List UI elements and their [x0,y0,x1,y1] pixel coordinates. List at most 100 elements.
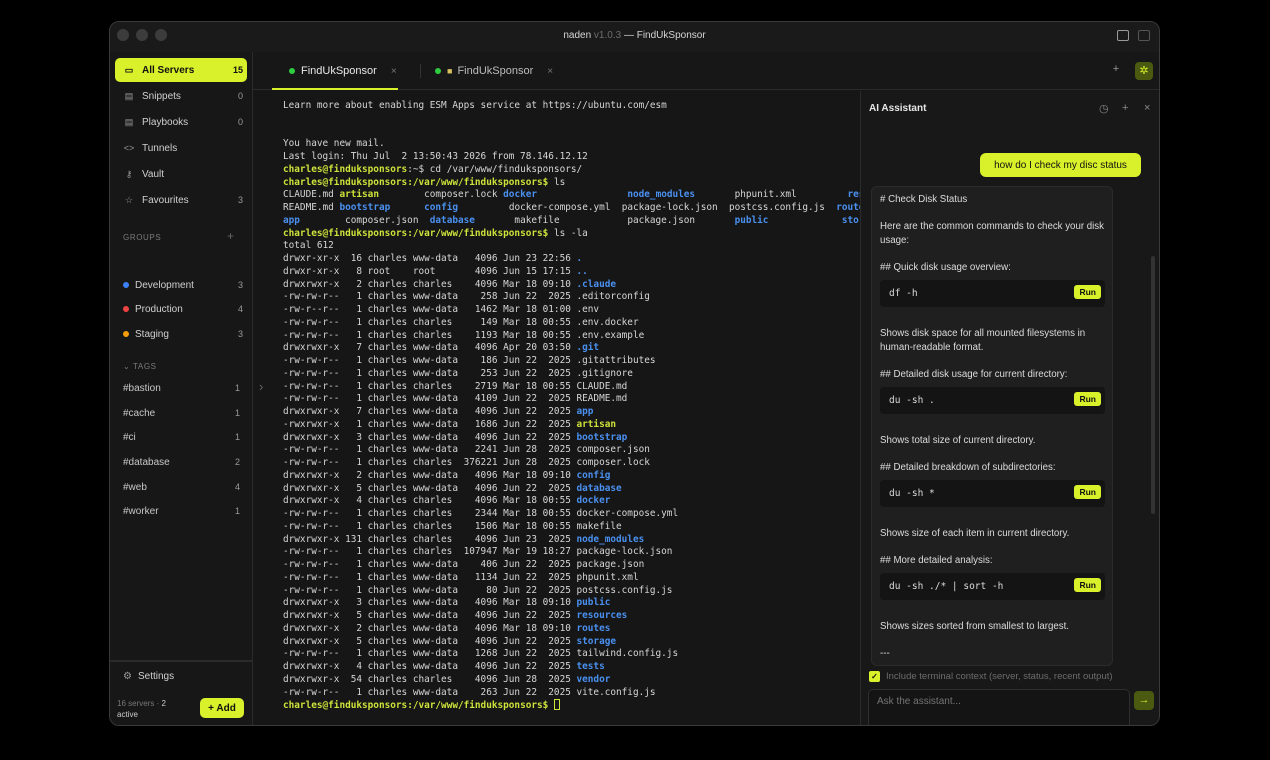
run-button[interactable]: Run [1074,485,1101,499]
terminal-line: drwxrwxr-x 7 charles www-data 4096 Apr 2… [283,342,860,355]
terminal-text: drwxrwxr-x 5 charles www-data 4096 Jun 2… [283,610,577,621]
connected-status-dot [435,68,441,74]
panel-toggle-icon[interactable] [1138,30,1150,41]
history-icon[interactable]: ◷ [1099,102,1109,115]
terminal-line: drwxrwxr-x 4 charles www-data 4096 Jun 2… [283,661,860,674]
file-name: .editorconfig [576,291,650,303]
section-desc: Shows disk space for all mounted filesys… [880,328,1086,353]
terminal-line: -rw-rw-r-- 1 charles charles 376221 Jun … [283,457,860,470]
file-name: tailwind.config.js [576,648,679,660]
settings-button[interactable]: ⚙ Settings [110,660,253,691]
section-desc: Shows total size of current directory. [880,435,1036,446]
send-icon[interactable]: → [1134,691,1154,710]
run-button[interactable]: Run [1074,392,1101,406]
new-chat-icon[interactable]: + [1122,102,1128,114]
terminal-line: charles@finduksponsors:~$ cd /var/www/fi… [283,164,860,177]
sidebar-item-favourites[interactable]: ☆ Favourites 3 [115,188,247,212]
sidebar-item-vault[interactable]: ⚷ Vault [115,162,247,186]
terminal-text: composer.json [299,214,430,226]
active-count: 2 [161,699,166,708]
terminal-text: -rw-rw-r-- 1 charles charles 2344 Mar 18… [283,508,577,519]
connected-status-dot [289,68,295,74]
scrollbar[interactable] [1151,256,1155,514]
tab-finduksponsor-2[interactable]: ■ FindUkSponsor × [435,52,553,90]
checkbox-checked-icon[interactable]: ✓ [869,671,880,682]
sidebar-tag-web[interactable]: #web 4 [123,482,240,493]
play-icon[interactable]: ▷ [1158,63,1159,76]
prompt-user: charles@finduksponsors [283,227,408,239]
sidebar-item-tunnels[interactable]: <> Tunnels [115,136,247,160]
file-name: artisan [576,418,617,430]
terminal-line: -rw-rw-r-- 1 charles charles 107947 Mar … [283,546,860,559]
code-block: du -sh . Run [880,387,1105,414]
close-tab-icon[interactable]: × [547,66,553,77]
file-name: .gitignore [576,367,633,379]
close-tab-icon[interactable]: × [391,66,397,77]
sidebar-group-production[interactable]: Production 4 [115,297,247,321]
ai-assistant-icon[interactable]: ✲ [1135,62,1153,80]
close-icon[interactable]: × [1144,102,1150,114]
server-status-summary: 16 servers · 2 active [117,698,166,720]
sidebar-item-count: 0 [237,117,243,127]
sidebar-tag-cache[interactable]: #cache 1 [123,408,240,419]
sidebar-item-label: Favourites [142,194,189,206]
assistant-input[interactable] [868,689,1130,725]
playbooks-icon: ▤ [124,116,134,127]
terminal-line: -rw-rw-r-- 1 charles www-data 1134 Jun 2… [283,572,860,585]
group-count: 3 [237,329,243,339]
terminal-text: -rw-rw-r-- 1 charles charles 107947 Mar … [283,546,577,558]
terminal-text: -rw-rw-r-- 1 charles charles 1506 Mar 18… [283,520,577,532]
terminal-line: charles@finduksponsors:/var/www/finduksp… [283,699,860,713]
sidebar-tag-bastion[interactable]: #bastion 1 [123,383,240,394]
file-name: docker-compose.yml [576,508,679,519]
sidebar-item-label: All Servers [142,64,195,76]
terminal-line: -rw-rw-r-- 1 charles www-data 2241 Jun 2… [283,444,860,457]
add-server-button[interactable]: + Add [200,698,244,718]
tags-header[interactable]: ⌄ TAGS [123,362,157,371]
sidebar-item-playbooks[interactable]: ▤ Playbooks 0 [115,110,247,134]
group-count: 4 [237,304,243,314]
include-context-toggle[interactable]: ✓ Include terminal context (server, stat… [869,671,1113,682]
terminal-text: drwxrwxr-x 2 charles charles 4096 Mar 18… [283,278,577,290]
key-icon: ⚷ [125,168,133,179]
terminal-text: drwxrwxr-x 3 charles www-data 4096 Mar 1… [283,597,577,609]
run-button[interactable]: Run [1074,285,1101,299]
sidebar-tag-ci[interactable]: #ci 1 [123,432,240,443]
prompt-user: charles@finduksponsors [283,176,408,188]
terminal-text: -rw-rw-r-- 1 charles www-data 406 Jun 22… [283,559,577,570]
terminal-text: drwxrwxr-x 131 charles charles 4096 Jun … [283,533,577,545]
tab-bar: FindUkSponsor × ■ FindUkSponsor × + ✲ ▷ … [253,52,1159,90]
sidebar-group-development[interactable]: Development 3 [115,273,247,297]
terminal-text: drwxr-xr-x 16 charles www-data 4096 Jun … [283,253,577,264]
code-text: du -sh * [889,488,935,499]
tag-label: #cache [123,408,156,419]
sidebar-item-label: Tunnels [142,142,178,154]
terminal-text: -rw-r--r-- 1 charles www-data 1462 Mar 1… [283,304,577,315]
prompt-path: :/var/www/finduksponsors$ [407,227,554,239]
terminal-line: Last login: Thu Jul 2 13:50:43 2026 from… [283,151,588,162]
assistant-title: AI Assistant [869,103,927,114]
prompt-user: charles@finduksponsors [283,700,408,712]
sidebar-group-staging[interactable]: Staging 3 [115,322,247,346]
sidebar-item-all-servers[interactable]: ▭ All Servers 15 [115,58,247,82]
sidebar-tag-worker[interactable]: #worker 1 [123,506,240,517]
terminal-line: drwxrwxr-x 3 charles www-data 4096 Jun 2… [283,432,860,445]
sidebar-item-snippets[interactable]: ▤ Snippets 0 [115,84,247,108]
new-tab-icon[interactable]: + [1108,63,1124,75]
sidebar: ▭ All Servers 15 ▤ Snippets 0 ▤ Playbook… [110,52,253,725]
sidebar-tag-database[interactable]: #database 2 [123,457,240,468]
run-button[interactable]: Run [1074,578,1101,592]
star-icon: ☆ [124,194,134,205]
terminal-text: -rw-rw-r-- 1 charles charles 1193 Mar 18… [283,329,577,341]
add-group-icon[interactable]: + [227,229,234,243]
sidebar-toggle-icon[interactable] [1117,30,1129,41]
terminal-line: -rw-rw-r-- 1 charles www-data 80 Jun 22 … [283,585,860,598]
terminal-line: -rw-rw-r-- 1 charles www-data 258 Jun 22… [283,291,860,304]
code-block: du -sh * Run [880,480,1105,507]
chevron-right-icon[interactable]: › [259,379,263,394]
terminal-panel[interactable]: Learn more about enabling ESM Apps servi… [253,91,860,725]
terminal-line: -rw-r--r-- 1 charles www-data 1462 Mar 1… [283,304,860,317]
tab-finduksponsor-1[interactable]: FindUkSponsor × [289,52,397,90]
terminal-text: drwxrwxr-x 2 charles www-data 4096 Mar 1… [283,622,577,634]
sidebar-item-count: 0 [237,91,243,101]
